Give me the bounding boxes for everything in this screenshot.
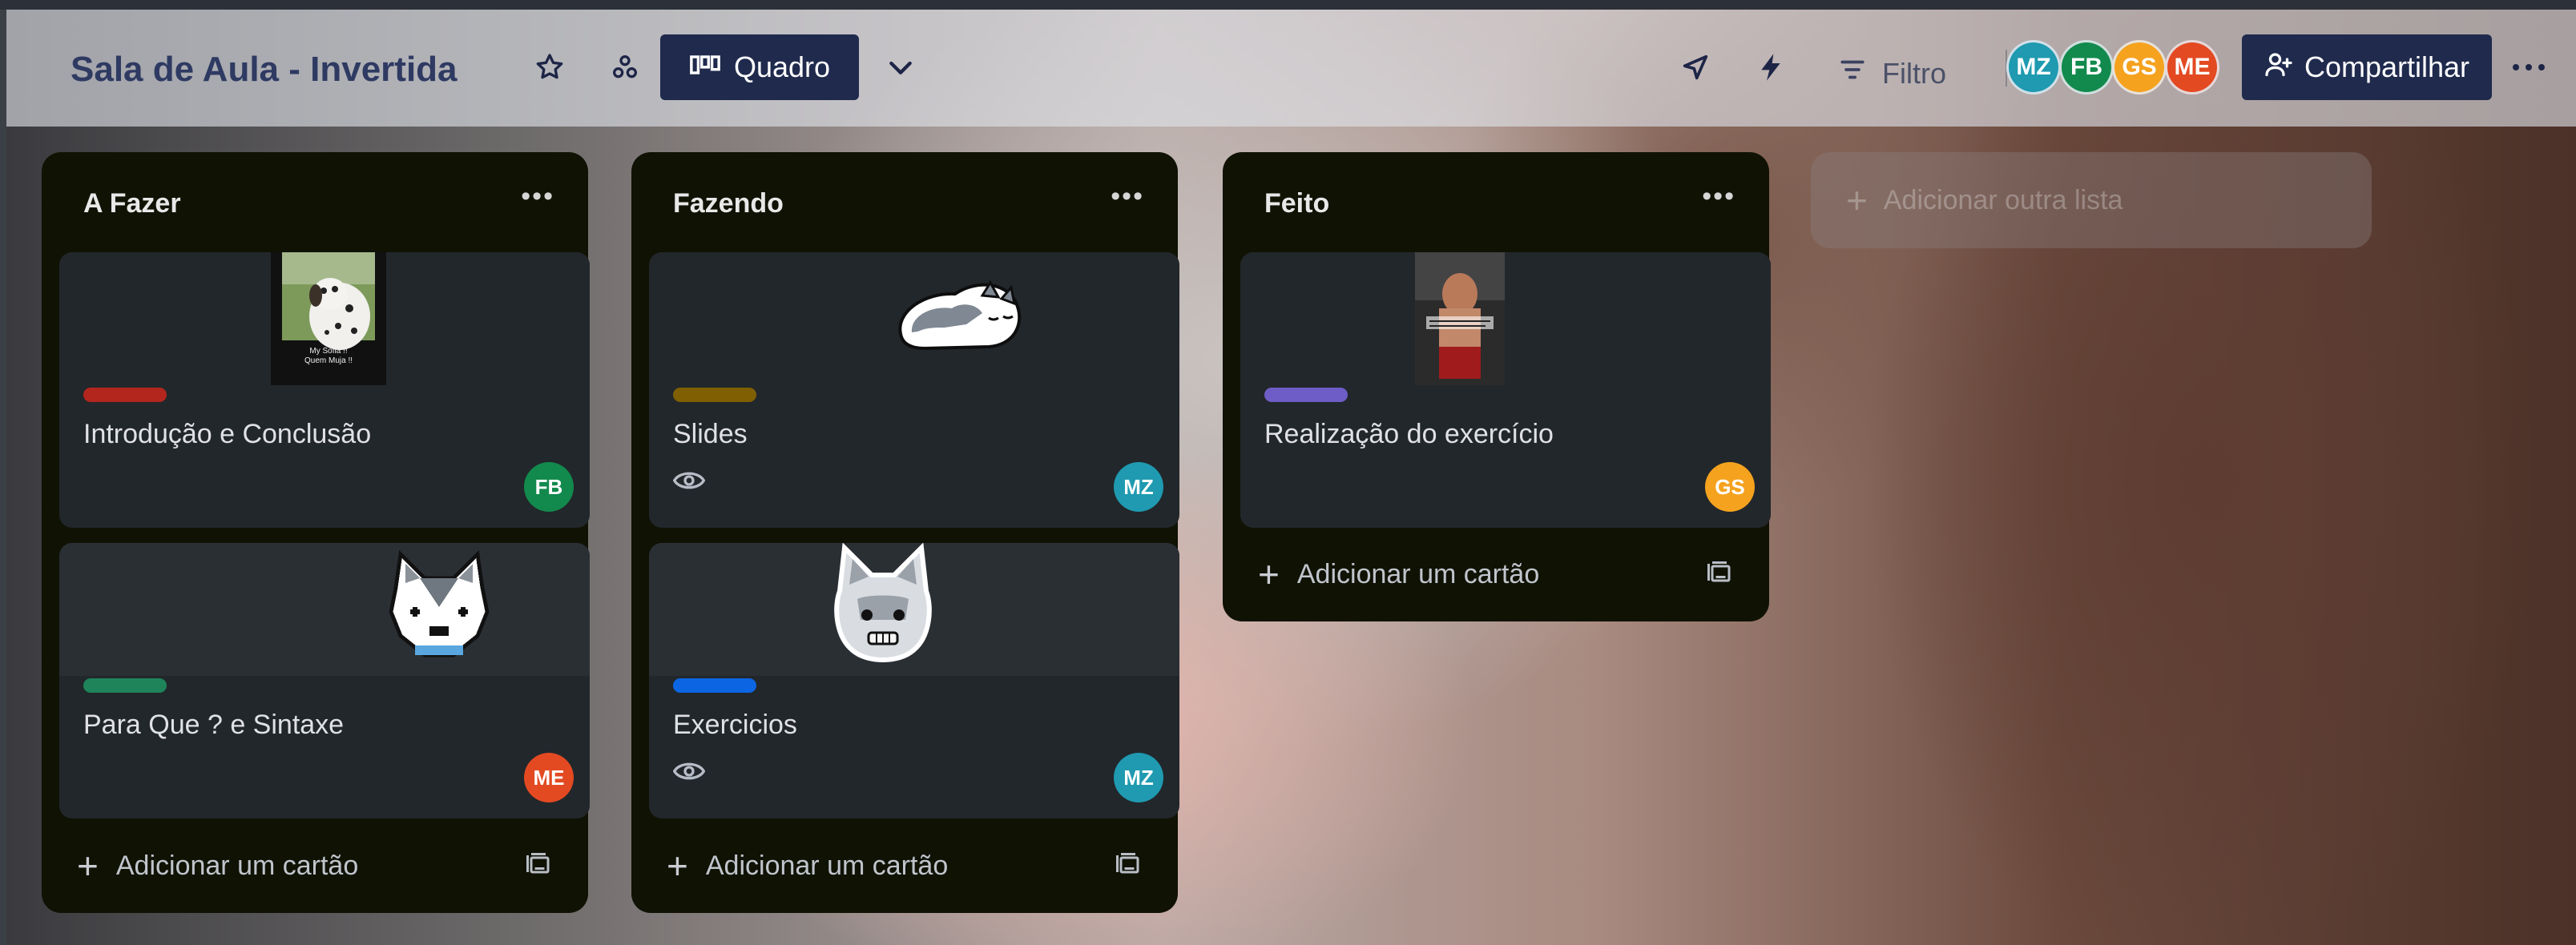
card-member-avatar[interactable]: ME: [524, 753, 574, 802]
chevron-down-icon[interactable]: [878, 45, 923, 90]
filter-icon: [1837, 54, 1868, 92]
husky-sticker-pixel-icon: [389, 549, 490, 657]
member-avatar-me[interactable]: ME: [2165, 40, 2219, 94]
plus-icon: +: [667, 845, 688, 887]
card-title: Realização do exercício: [1264, 419, 1554, 449]
list-menu-icon[interactable]: •••: [1702, 181, 1735, 212]
card-title: Slides: [673, 419, 748, 449]
rocket-icon[interactable]: [1673, 45, 1718, 90]
window-top-strip: [0, 0, 2576, 10]
card-cover: My Sofia !! Quem Muja !!: [59, 252, 590, 385]
add-card-label: Adicionar um cartão: [1296, 558, 1540, 589]
card-label[interactable]: [1264, 388, 1348, 402]
add-card-label: Adicionar um cartão: [705, 850, 949, 881]
add-card-button[interactable]: + Adicionar um cartão: [1258, 556, 1539, 593]
gym-photo-icon: [1415, 252, 1505, 385]
card-title: Para Que ? e Sintaxe: [83, 710, 345, 740]
card-member-avatar[interactable]: FB: [524, 462, 574, 512]
husky-sticker-face-icon: [834, 543, 932, 662]
card-cover: [1240, 252, 1771, 385]
member-avatar-fb[interactable]: FB: [2059, 40, 2114, 94]
window-left-edge: [0, 10, 6, 945]
share-add-user-icon: [2264, 50, 2293, 86]
plus-icon: +: [77, 845, 99, 887]
husky-sticker-sleeping-icon: [898, 280, 1022, 351]
board-view-button[interactable]: Quadro: [660, 34, 859, 100]
card-exercicios[interactable]: Exercicios MZ: [649, 543, 1179, 818]
card-member-avatar[interactable]: MZ: [1114, 462, 1163, 512]
card-template-icon[interactable]: [524, 850, 553, 883]
watch-eye-icon: [672, 468, 706, 497]
board-title[interactable]: Sala de Aula - Invertida: [71, 50, 458, 90]
card-label[interactable]: [673, 678, 756, 693]
more-icon[interactable]: [2506, 45, 2551, 90]
card-para-que-sintaxe[interactable]: Para Que ? e Sintaxe ME: [59, 543, 590, 818]
card-introducao-conclusao[interactable]: My Sofia !! Quem Muja !! Introdução e Con…: [59, 252, 590, 528]
star-icon[interactable]: [527, 45, 572, 90]
list-title[interactable]: A Fazer: [83, 188, 181, 219]
list-menu-icon[interactable]: •••: [1111, 181, 1144, 212]
card-label[interactable]: [83, 388, 167, 402]
card-cover: [59, 543, 590, 676]
card-cover: [649, 252, 1179, 385]
share-button[interactable]: Compartilhar: [2242, 34, 2492, 100]
add-card-button[interactable]: + Adicionar um cartão: [667, 847, 948, 884]
share-label: Compartilhar: [2304, 50, 2470, 83]
add-list-label: Adicionar outra lista: [1883, 184, 2123, 215]
member-avatar-gs[interactable]: GS: [2112, 40, 2167, 94]
member-avatar-mz[interactable]: MZ: [2006, 40, 2061, 94]
watch-eye-icon: [672, 759, 706, 787]
card-label[interactable]: [673, 388, 756, 402]
add-card-button[interactable]: + Adicionar um cartão: [77, 847, 358, 884]
list-a-fazer: A Fazer ••• My Sofia !! Quem Muja !! Intr…: [42, 152, 590, 913]
card-title: Introdução e Conclusão: [83, 419, 372, 449]
list-menu-icon[interactable]: •••: [521, 181, 554, 212]
plus-icon: +: [1846, 179, 1868, 221]
card-template-icon[interactable]: [1114, 850, 1143, 883]
filter-label: Filtro: [1882, 56, 1946, 90]
lightning-icon[interactable]: [1748, 45, 1793, 90]
board-view-icon: [689, 50, 721, 84]
card-title: Exercicios: [673, 710, 797, 740]
card-member-avatar[interactable]: MZ: [1114, 753, 1163, 802]
filter-button[interactable]: Filtro: [1837, 54, 1946, 92]
add-card-label: Adicionar um cartão: [115, 850, 359, 881]
card-label[interactable]: [83, 678, 167, 693]
card-slides[interactable]: Slides MZ: [649, 252, 1179, 528]
add-list-button[interactable]: + Adicionar outra lista: [1811, 152, 2372, 248]
list-fazendo: Fazendo ••• Slides MZ Exercicios MZ + Ad…: [631, 152, 1179, 913]
card-template-icon[interactable]: [1705, 559, 1734, 592]
card-member-avatar[interactable]: GS: [1705, 462, 1755, 512]
plus-icon: +: [1258, 553, 1280, 595]
cover-caption: My Sofia !! Quem Muja !!: [304, 347, 353, 365]
list-title[interactable]: Fazendo: [673, 188, 784, 219]
board-view-label: Quadro: [733, 50, 831, 83]
card-realizacao-exercicio[interactable]: Realização do exercício GS: [1240, 252, 1771, 528]
workspace-visibility-icon[interactable]: [603, 45, 647, 90]
list-title[interactable]: Feito: [1264, 188, 1329, 219]
list-feito: Feito ••• Realização do exercício GS + A…: [1223, 152, 1771, 621]
card-cover: [649, 543, 1179, 676]
board-header: Sala de Aula - Invertida Quadro Filtro M…: [6, 10, 2576, 127]
